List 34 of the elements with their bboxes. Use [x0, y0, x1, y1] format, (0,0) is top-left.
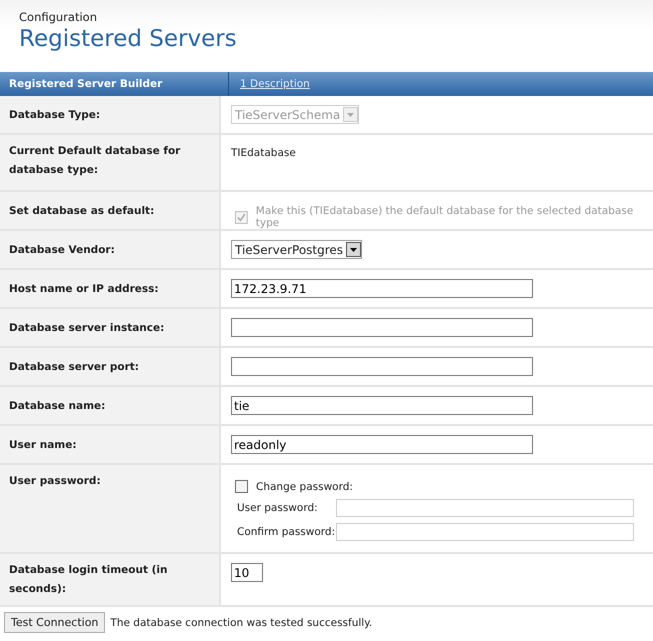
password-field[interactable]	[336, 523, 634, 541]
input-field[interactable]	[231, 357, 533, 376]
field-value: TIEdatabase	[231, 147, 296, 159]
field-label: Database name:	[9, 399, 106, 414]
field-label: Database login timeout (in seconds):	[9, 563, 169, 597]
field-label: Database server port:	[9, 360, 140, 375]
input-field[interactable]: tie	[231, 396, 533, 415]
password-field[interactable]	[336, 499, 634, 517]
caret-icon	[343, 107, 358, 122]
input-field[interactable]: readonly	[231, 435, 533, 454]
checkbox-label: Change password:	[256, 480, 353, 492]
input-field[interactable]: 172.23.9.71	[231, 279, 533, 298]
checkbox[interactable]	[235, 480, 248, 493]
caret-icon	[346, 242, 362, 257]
input-field[interactable]: 10	[231, 563, 263, 582]
input-field[interactable]	[231, 318, 533, 337]
test-connection-button[interactable]: Test Connection	[4, 612, 106, 633]
checkbox-label: Make this (TIEdatabase) the default database for the selected database type	[256, 205, 634, 229]
field-label: Confirm password:	[237, 526, 336, 538]
field-label: Set database as default:	[9, 204, 156, 219]
status-message: The database connection was tested successfully.	[110, 616, 372, 628]
dropdown[interactable]: TieServerPostgres	[231, 240, 362, 259]
field-label: User password:	[237, 502, 319, 514]
field-label: User name:	[9, 438, 78, 453]
page-title: Registered Servers	[19, 26, 238, 52]
field-label: Host name or IP address:	[9, 282, 160, 297]
field-label: Database Vendor:	[9, 243, 116, 258]
breadcrumb: Configuration	[19, 10, 98, 24]
field-label: Database server instance:	[9, 321, 166, 336]
section-title: Registered Server Builder	[9, 78, 162, 90]
description-link[interactable]: 1 Description	[240, 78, 310, 90]
field-label: User password:	[9, 474, 102, 489]
field-label: Current Default database for database type:	[9, 144, 182, 178]
field-label: Database Type:	[9, 108, 102, 123]
